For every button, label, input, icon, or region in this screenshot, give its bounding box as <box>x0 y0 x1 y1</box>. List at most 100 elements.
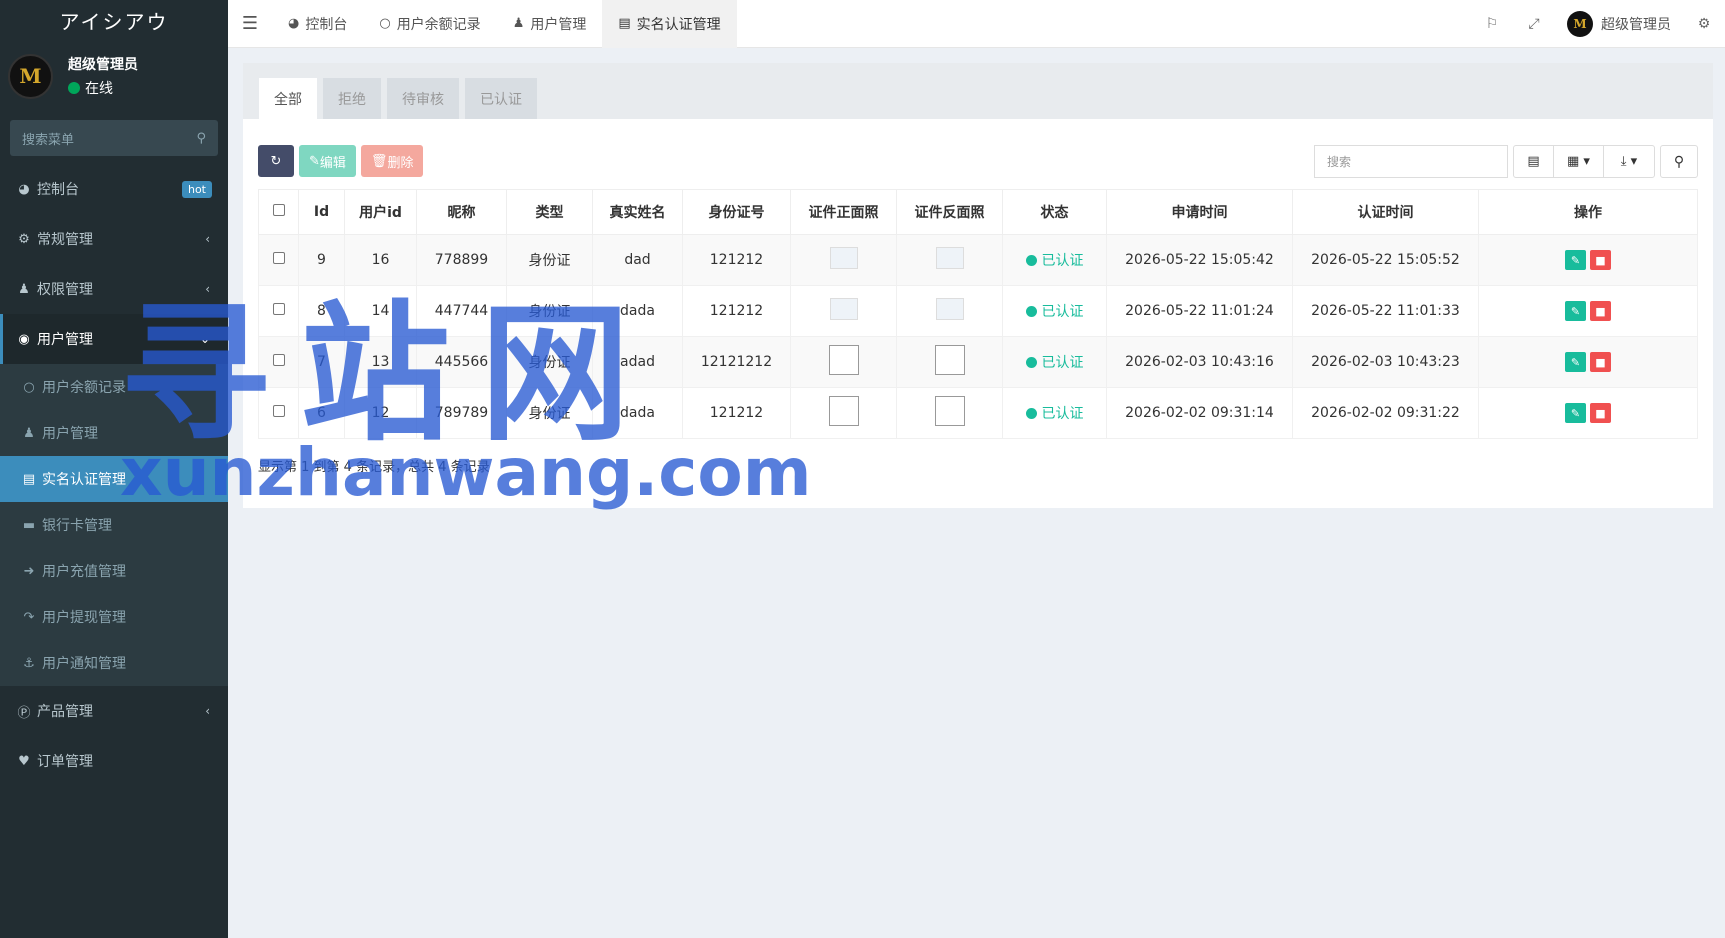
cell-uid: 16 <box>344 234 417 286</box>
col-realname[interactable]: 真实姓名 <box>592 189 683 235</box>
col-idno[interactable]: 身份证号 <box>682 189 791 235</box>
sidebar-item-dashboard[interactable]: ◕ 控制台 hot <box>0 164 228 214</box>
cell-realname: adad <box>592 336 683 388</box>
toolbar: ↻ ✎ 编辑 🗑 删除 <box>258 145 428 177</box>
tab-dashboard[interactable]: ◕ 控制台 <box>272 0 363 48</box>
dashboard-icon: ◕ <box>288 16 300 31</box>
filter-tab-all[interactable]: 全部 <box>259 78 317 119</box>
delete-button[interactable]: 🗑 删除 <box>360 145 424 177</box>
checkbox[interactable] <box>272 354 285 366</box>
table-row[interactable]: 6 12 789789 身份证 dada 121212 已认证 2026-02-… <box>258 387 1698 439</box>
table-search-input[interactable]: 搜索 <box>1314 145 1508 178</box>
tab-realname[interactable]: ▤ 实名认证管理 <box>602 0 737 48</box>
sidebar-item-balance-log[interactable]: ○ 用户余额记录 <box>0 364 228 410</box>
refresh-button[interactable]: ↻ <box>258 145 294 177</box>
row-delete-button[interactable]: ■ <box>1590 301 1611 321</box>
circle-icon: ○ <box>379 16 391 31</box>
row-edit-button[interactable]: ✎ <box>1565 250 1586 270</box>
sidebar-item-orders[interactable]: ♥ 订单管理 <box>0 736 228 786</box>
row-edit-button[interactable]: ✎ <box>1565 352 1586 372</box>
sidebar-item-label: 实名认证管理 <box>42 472 126 488</box>
id-front-thumbnail[interactable] <box>829 298 858 320</box>
refresh-icon: ↻ <box>270 153 282 169</box>
sidebar-item-permission[interactable]: ♟ 权限管理 ‹ <box>0 264 228 314</box>
broken-image-icon[interactable] <box>934 396 965 426</box>
cell-apply-time: 2026-02-03 10:43:16 <box>1106 336 1293 388</box>
checkbox[interactable] <box>272 252 285 264</box>
checkbox[interactable] <box>272 303 285 315</box>
table-row[interactable]: 7 13 445566 身份证 adad 12121212 已认证 2026-0… <box>258 336 1698 388</box>
sidebar-item-realname[interactable]: ▤ 实名认证管理 <box>0 456 228 502</box>
col-apply-time[interactable]: 申请时间 <box>1106 189 1293 235</box>
tab-label: 用户管理 <box>530 16 587 33</box>
row-edit-button[interactable]: ✎ <box>1565 403 1586 423</box>
columns-button[interactable]: ▦ ▾ <box>1554 146 1604 177</box>
hot-badge: hot <box>181 180 212 198</box>
sidebar-item-recharge[interactable]: ➜ 用户充值管理 <box>0 548 228 594</box>
select-all-checkbox[interactable] <box>258 189 299 235</box>
col-type[interactable]: 类型 <box>506 189 593 235</box>
sidebar-item-bankcard[interactable]: ▬ 银行卡管理 <box>0 502 228 548</box>
row-delete-button[interactable]: ■ <box>1590 352 1611 372</box>
menu-toggle-icon[interactable]: ☰ <box>228 13 272 34</box>
checkbox[interactable] <box>272 405 285 417</box>
admin-menu[interactable]: M 超级管理员 <box>1555 10 1683 37</box>
edit-button[interactable]: ✎ 编辑 <box>299 145 356 177</box>
cell-id: 6 <box>298 387 345 439</box>
filter-tab-rejected[interactable]: 拒绝 <box>323 78 381 119</box>
sidebar-item-label: 订单管理 <box>37 754 93 770</box>
sidebar-item-users[interactable]: ♟ 用户管理 <box>0 410 228 456</box>
cell-idno: 121212 <box>682 387 791 439</box>
cell-back-photo <box>896 234 1003 286</box>
broken-image-icon[interactable] <box>934 345 965 375</box>
col-status[interactable]: 状态 <box>1002 189 1107 235</box>
id-front-thumbnail[interactable] <box>829 247 858 269</box>
sidebar-item-withdraw[interactable]: ↷ 用户提现管理 <box>0 594 228 640</box>
broken-image-icon[interactable] <box>828 345 859 375</box>
sidebar-item-label: 银行卡管理 <box>42 518 112 534</box>
broken-image-icon[interactable] <box>828 396 859 426</box>
chevron-down-icon: ⌄ <box>199 332 210 346</box>
row-delete-button[interactable]: ■ <box>1590 403 1611 423</box>
col-back-photo[interactable]: 证件反面照 <box>896 189 1003 235</box>
grid-icon: ▦ ▾ <box>1567 154 1590 169</box>
cell-status: 已认证 <box>1002 387 1107 439</box>
tab-users[interactable]: ♟ 用户管理 <box>497 0 603 48</box>
col-verify-time[interactable]: 认证时间 <box>1292 189 1479 235</box>
filter-tab-verified[interactable]: 已认证 <box>465 78 537 119</box>
sidebar-item-product[interactable]: Ⓟ 产品管理 ‹ <box>0 686 228 736</box>
filter-tab-pending[interactable]: 待审核 <box>387 78 459 119</box>
language-icon[interactable]: ⚐ <box>1471 16 1513 32</box>
checkbox[interactable] <box>272 204 285 216</box>
col-front-photo[interactable]: 证件正面照 <box>790 189 897 235</box>
dashboard-icon: ◕ <box>18 181 30 197</box>
fullscreen-icon[interactable]: ⤢ <box>1513 16 1555 32</box>
menu-search-input[interactable]: 搜索菜单 ⚲ <box>10 120 218 156</box>
col-id[interactable]: Id <box>298 189 345 235</box>
search-icon: ⚲ <box>1673 153 1685 170</box>
sidebar: アイシアウ M 超级管理员 在线 搜索菜单 ⚲ ◕ 控制台 hot ⚙ 常规管理… <box>0 0 228 938</box>
trash-icon: 🗑 <box>370 153 388 169</box>
sidebar-menu: ◕ 控制台 hot ⚙ 常规管理 ‹ ♟ 权限管理 ‹ ◉ 用户管理 ⌄ <box>0 164 228 364</box>
sidebar-item-notice[interactable]: ⚓ 用户通知管理 <box>0 640 228 686</box>
credit-card-icon: ▬ <box>22 517 36 533</box>
row-delete-button[interactable]: ■ <box>1590 250 1611 270</box>
toggle-view-button[interactable]: ▤ <box>1514 146 1554 177</box>
sidebar-item-general[interactable]: ⚙ 常规管理 ‹ <box>0 214 228 264</box>
search-button[interactable]: ⚲ <box>1660 145 1698 178</box>
settings-gear-icon[interactable]: ⚙ <box>1683 16 1725 32</box>
id-back-thumbnail[interactable] <box>935 298 964 320</box>
table-row[interactable]: 9 16 778899 身份证 dad 121212 已认证 2026-05-2… <box>258 234 1698 286</box>
row-edit-button[interactable]: ✎ <box>1565 301 1586 321</box>
sidebar-item-user-management[interactable]: ◉ 用户管理 ⌄ <box>0 314 228 364</box>
col-nick[interactable]: 昵称 <box>416 189 507 235</box>
cell-id: 7 <box>298 336 345 388</box>
table-row[interactable]: 8 14 447744 身份证 dada 121212 已认证 2026-05-… <box>258 285 1698 337</box>
brand-logo[interactable]: アイシアウ <box>0 0 228 44</box>
tab-balance-log[interactable]: ○ 用户余额记录 <box>363 0 496 48</box>
search-icon[interactable]: ⚲ <box>196 131 206 146</box>
col-uid[interactable]: 用户id <box>344 189 417 235</box>
user-icon: ♟ <box>512 16 525 31</box>
export-button[interactable]: ⤓ ▾ <box>1604 146 1654 177</box>
id-back-thumbnail[interactable] <box>935 247 964 269</box>
